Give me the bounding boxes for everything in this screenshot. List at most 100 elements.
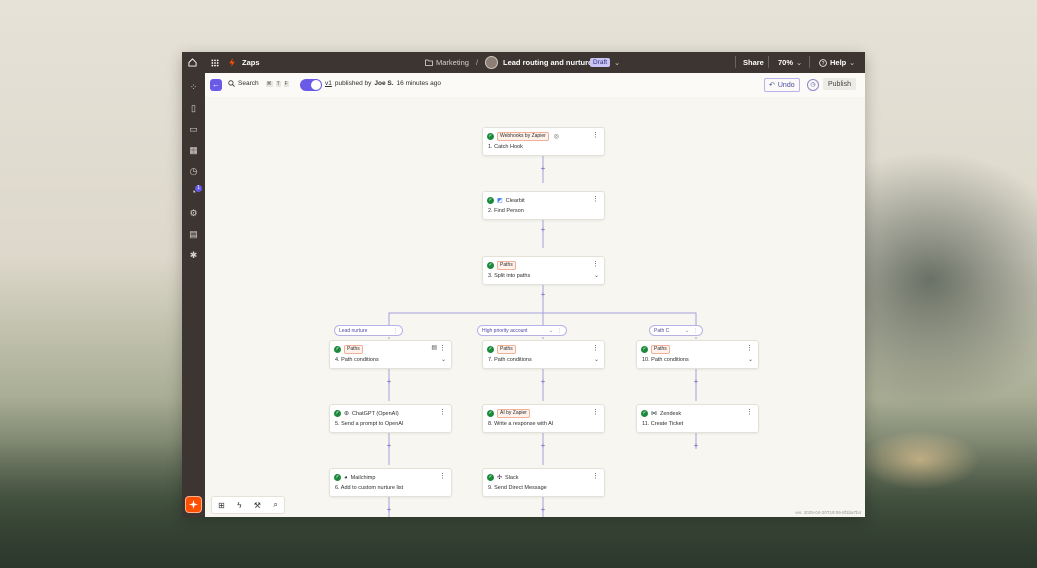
add-app-icon[interactable]: ⊞ xyxy=(218,501,225,510)
chevron-down-icon[interactable]: ⌄ xyxy=(594,356,599,363)
more-options-icon[interactable]: ⋮ xyxy=(746,344,753,352)
step-title: 7. Path conditions xyxy=(488,357,532,363)
more-options-icon[interactable]: ⋮ xyxy=(592,260,599,268)
more-options-icon[interactable]: ⋮ xyxy=(592,472,599,480)
step-card[interactable]: ✓ Webhooks by Zapier ◎ ⋮ 1. Catch Hook xyxy=(482,127,605,156)
step-card[interactable]: ✓ ✣ Slack ⋮ 9. Send Direct Message xyxy=(482,468,605,497)
check-icon: ✓ xyxy=(487,133,494,140)
step-card[interactable]: ✓ ⊛ ChatGPT (OpenAI) ⋮ 5. Send a prompt to… xyxy=(329,404,452,433)
zoom-chevron-icon[interactable]: ⌄ xyxy=(796,52,802,73)
path-menu-icon[interactable]: ⋮ xyxy=(693,328,698,334)
shortcut-key: F xyxy=(283,80,289,87)
add-step-button[interactable]: + xyxy=(539,378,547,386)
undo-button[interactable]: ↶ Undo xyxy=(764,78,800,92)
divider xyxy=(809,56,810,68)
path-pill[interactable]: Path C ⌄ ⋮ xyxy=(649,325,703,336)
app-name[interactable]: Zaps xyxy=(242,52,260,73)
add-step-button[interactable]: + xyxy=(539,226,547,234)
add-step-button[interactable]: + xyxy=(539,291,547,299)
zap-name[interactable]: Lead routing and nurture xyxy=(503,52,592,73)
step-card[interactable]: ✓ ⋈ Zendesk ⋮ 11. Create Ticket xyxy=(636,404,759,433)
help-icon[interactable]: ? xyxy=(819,52,827,73)
zap-history-icon[interactable]: ◷ xyxy=(807,79,819,91)
top-bar: Zaps Marketing / Lead routing and nurtur… xyxy=(182,52,865,73)
step-card[interactable]: ✓ AI by Zapier ⋮ 8. Write a response with… xyxy=(482,404,605,433)
chevron-down-icon[interactable]: ⌄ xyxy=(685,328,689,334)
zap-menu-chevron-icon[interactable]: ⌄ xyxy=(614,52,620,73)
more-options-icon[interactable]: ⋮ xyxy=(592,131,599,139)
folder-icon xyxy=(425,52,433,73)
step-card[interactable]: ✓ Paths ⋮ ⌄ 3. Split into paths xyxy=(482,256,605,285)
more-options-icon[interactable]: ⋮ xyxy=(439,472,446,480)
step-card[interactable]: ✓ ◩ Clearbit ⋮ 2. Find Person xyxy=(482,191,605,220)
chevron-down-icon[interactable]: ⌄ xyxy=(549,328,553,334)
help-chevron-icon[interactable]: ⌄ xyxy=(849,52,855,73)
more-options-icon[interactable]: ⋮ xyxy=(746,408,753,416)
step-card[interactable]: ✓ Paths ⋮ ⌄ 10. Path conditions xyxy=(636,340,759,369)
check-icon: ✓ xyxy=(487,346,494,353)
back-arrow-icon[interactable]: ← xyxy=(210,79,222,91)
bug-icon[interactable]: ✱ xyxy=(188,250,199,261)
chevron-down-icon[interactable]: ⌄ xyxy=(748,356,753,363)
zapier-copilot-button[interactable] xyxy=(186,497,201,512)
path-pill[interactable]: Lead nurture ⋮ xyxy=(334,325,403,336)
search-button[interactable]: Search ⌘ T F xyxy=(228,80,289,87)
share-button[interactable]: Share xyxy=(743,52,764,73)
publish-button[interactable]: Publish xyxy=(823,78,856,90)
publish-toggle[interactable] xyxy=(300,79,322,91)
clearbit-icon: ◩ xyxy=(497,198,503,204)
step-card[interactable]: ✓ Paths ⋮ ⌄ 7. Path conditions xyxy=(482,340,605,369)
path-menu-icon[interactable]: ⋮ xyxy=(393,328,398,334)
more-options-icon[interactable]: ⋮ xyxy=(439,408,446,416)
check-icon: ✓ xyxy=(487,410,494,417)
search-icon[interactable]: ⌕ xyxy=(273,500,277,510)
more-options-icon[interactable]: ⋮ xyxy=(592,408,599,416)
more-options-icon[interactable]: ⋮ xyxy=(592,195,599,203)
notification-badge: 1 xyxy=(195,185,202,192)
tools-icon[interactable]: ⚒ xyxy=(254,501,261,510)
more-options-icon[interactable]: ⋮ xyxy=(439,344,446,352)
shortcut-key: T xyxy=(275,80,281,87)
add-step-button[interactable]: + xyxy=(539,165,547,173)
step-title: 3. Split into paths xyxy=(488,273,531,279)
note-icon[interactable]: ▤ xyxy=(431,344,437,351)
divider xyxy=(768,56,769,68)
info-icon: ◎ xyxy=(553,134,560,140)
step-card[interactable]: ✓ Paths ▤ ⋮ ⌄ 4. Path conditions xyxy=(329,340,452,369)
version-label[interactable]: v1 xyxy=(325,80,332,87)
step-card[interactable]: ✓ ◕ Mailchimp ⋮ 6. Add to custom nurture l… xyxy=(329,468,452,497)
path-pill[interactable]: High priority account ⌄ ⋮ xyxy=(477,325,567,336)
home-icon[interactable] xyxy=(188,52,197,73)
add-step-button[interactable]: + xyxy=(539,442,547,450)
apps-icon[interactable]: ⁘ xyxy=(188,82,199,93)
path-menu-icon[interactable]: ⋮ xyxy=(557,328,562,334)
add-step-button[interactable]: + xyxy=(692,378,700,386)
versions-icon[interactable]: ▤ xyxy=(188,229,199,240)
more-options-icon[interactable]: ⋮ xyxy=(592,344,599,352)
help-button[interactable]: Help xyxy=(830,52,846,73)
zap-icon[interactable]: ϟ xyxy=(237,501,241,510)
add-step-button[interactable]: + xyxy=(385,378,393,386)
check-icon: ✓ xyxy=(641,346,648,353)
app-grid-icon[interactable] xyxy=(211,52,219,73)
add-step-button[interactable]: + xyxy=(385,442,393,450)
settings-icon[interactable]: ⚙ xyxy=(188,208,199,219)
path-label: High priority account xyxy=(482,327,528,334)
chevron-down-icon[interactable]: ⌄ xyxy=(594,272,599,279)
comment-icon[interactable]: ▭ xyxy=(188,124,199,135)
step-title: 2. Find Person xyxy=(488,208,524,214)
step-app: AI by Zapier xyxy=(497,409,530,418)
add-step-button[interactable]: + xyxy=(385,506,393,514)
calendar-icon[interactable]: ▦ xyxy=(188,145,199,156)
step-title: 6. Add to custom nurture list xyxy=(335,485,404,491)
version-footer: ver. 2025-04-20T19:06-8f1ba7b4 xyxy=(795,510,861,515)
add-step-button[interactable]: + xyxy=(692,442,700,450)
document-icon[interactable]: ▯ xyxy=(188,103,199,114)
history-icon[interactable]: ◷ xyxy=(188,166,199,177)
zap-canvas[interactable]: + + + + + + + + + + + ✓ Webhooks by Zapie… xyxy=(205,97,865,517)
add-step-button[interactable]: + xyxy=(539,506,547,514)
author-name: Joe S. xyxy=(374,80,394,87)
breadcrumb-folder[interactable]: Marketing xyxy=(436,52,469,73)
chevron-down-icon[interactable]: ⌄ xyxy=(441,356,446,363)
zoom-level[interactable]: 70% xyxy=(778,52,793,73)
